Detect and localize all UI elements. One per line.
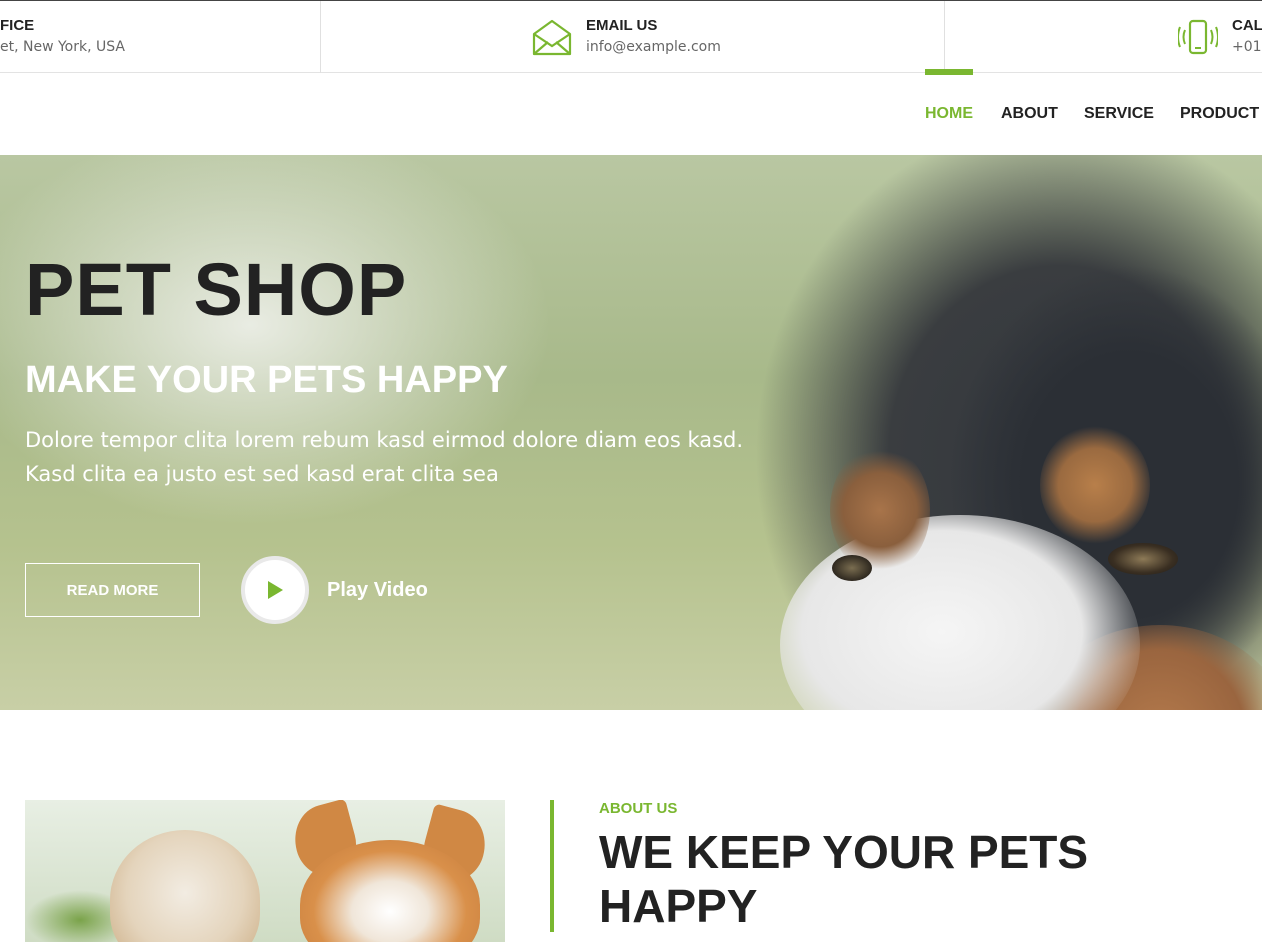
about-accent-rule (550, 800, 554, 932)
office-title: FICE (0, 17, 35, 34)
nav-home[interactable]: HOME (925, 69, 973, 155)
about-label: ABOUT US (599, 800, 678, 817)
nav-about-label: ABOUT (1001, 105, 1058, 122)
office-contact: FICE et, New York, USA (0, 1, 125, 73)
envelope-icon (532, 17, 572, 57)
hero-subtitle: MAKE YOUR PETS HAPPY (25, 359, 508, 401)
call-title: CALL (1232, 17, 1262, 34)
about-image (25, 800, 505, 942)
about-image-part (110, 830, 260, 942)
email-contact[interactable]: EMAIL US info@example.com (532, 1, 721, 73)
divider (320, 1, 321, 73)
call-contact[interactable]: CALL +012 (1178, 1, 1262, 73)
hero-image-part (1108, 543, 1178, 575)
hero-banner: PET SHOP MAKE YOUR PETS HAPPY Dolore tem… (0, 155, 1262, 710)
nav-product-label: PRODUCT (1180, 105, 1260, 122)
play-video-label[interactable]: Play Video (327, 576, 428, 604)
call-number[interactable]: +012 (1232, 36, 1262, 58)
top-contact-bar: FICE et, New York, USA EMAIL US info@exa… (0, 0, 1262, 73)
email-address[interactable]: info@example.com (586, 36, 721, 58)
email-title: EMAIL US (586, 17, 658, 34)
about-title: WE KEEP YOUR PETS HAPPY ALL TIME (599, 825, 1239, 942)
about-title-line-2: ALL TIME (599, 934, 810, 942)
office-address: et, New York, USA (0, 39, 125, 55)
play-video-button[interactable] (241, 556, 309, 624)
hero-description: Dolore tempor clita lorem rebum kasd eir… (25, 423, 815, 491)
main-navbar: HOME ABOUT SERVICE PRODUCT (0, 69, 1262, 155)
nav-about[interactable]: ABOUT (1001, 73, 1058, 155)
nav-service[interactable]: SERVICE (1084, 73, 1154, 155)
read-more-button[interactable]: READ MORE (25, 563, 200, 617)
hero-title: PET SHOP (25, 248, 408, 331)
hero-description-line-2: Kasd clita ea justo est sed kasd erat cl… (25, 462, 499, 486)
hero-image-part (1040, 425, 1150, 545)
active-indicator (925, 69, 973, 75)
divider (944, 1, 945, 73)
hero-description-line-1: Dolore tempor clita lorem rebum kasd eir… (25, 428, 744, 452)
nav-home-label: HOME (925, 105, 973, 122)
hero-image-part (832, 555, 872, 581)
about-title-line-1: WE KEEP YOUR PETS HAPPY (599, 826, 1089, 932)
phone-icon (1178, 17, 1218, 57)
nav-product[interactable]: PRODUCT (1180, 73, 1259, 155)
nav-service-label: SERVICE (1084, 105, 1154, 122)
play-icon (268, 581, 283, 599)
